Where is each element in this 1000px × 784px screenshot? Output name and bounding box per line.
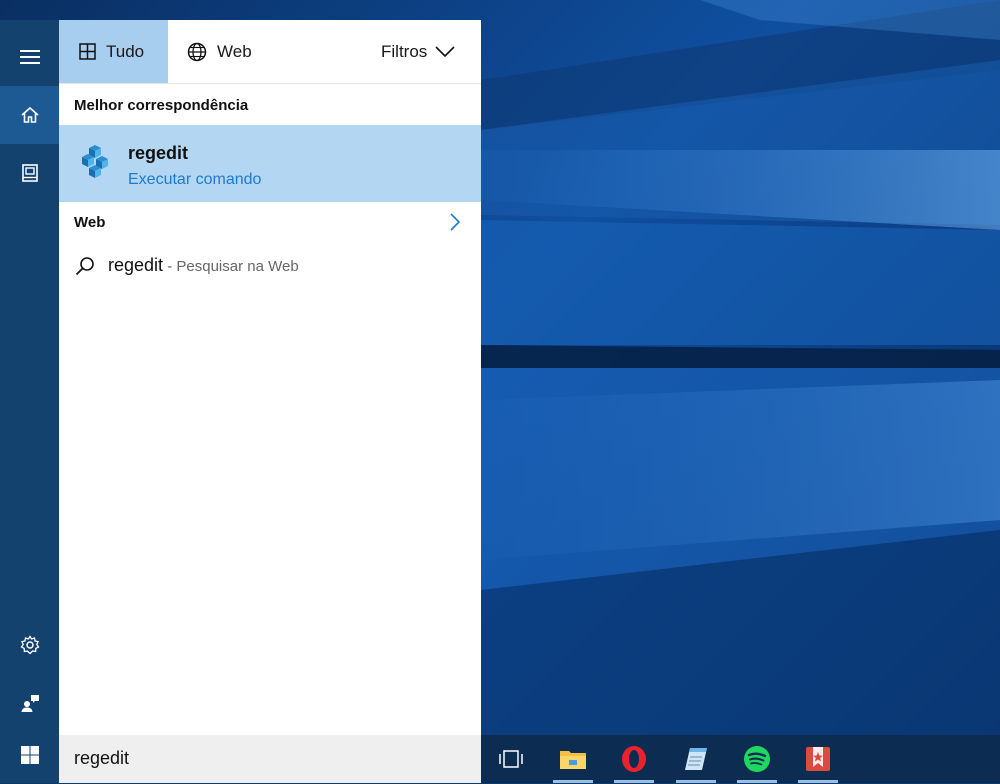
windows-start-icon — [20, 746, 39, 764]
windows-start-button[interactable] — [0, 726, 59, 784]
wunderlist-icon — [806, 747, 830, 771]
feedback-icon — [21, 695, 39, 712]
opera-icon — [622, 746, 646, 772]
chevron-down-icon — [435, 45, 455, 57]
tab-web-label: Web — [217, 41, 252, 61]
search-results-panel: Tudo Web Filtros Melhor correspondência — [59, 20, 481, 735]
registry-editor-icon — [82, 145, 108, 178]
web-section-header[interactable]: Web — [59, 202, 481, 242]
search-box[interactable]: regedit — [59, 735, 481, 783]
web-result-query: regedit — [108, 255, 164, 275]
web-search-result[interactable]: regedit - Pesquisar na Web — [59, 250, 481, 282]
best-match-result[interactable]: regedit Executar comando — [59, 125, 481, 202]
home-icon — [20, 106, 39, 123]
grid-icon — [79, 43, 96, 60]
feedback-button[interactable] — [0, 674, 59, 732]
notepad-icon — [685, 748, 707, 770]
tab-web[interactable]: Web — [168, 20, 278, 83]
web-result-hint: - Pesquisar na Web — [163, 258, 299, 275]
hamburger-menu-icon — [19, 50, 40, 64]
filters-dropdown[interactable]: Filtros — [381, 20, 481, 83]
hamburger-menu-button[interactable] — [0, 28, 59, 86]
tab-all-label: Tudo — [106, 41, 145, 61]
task-view-icon — [499, 750, 523, 768]
home-button[interactable] — [0, 86, 59, 144]
filters-label: Filtros — [381, 41, 428, 61]
best-match-heading: Melhor correspondência — [74, 97, 249, 114]
web-result-text: regedit - Pesquisar na Web — [108, 255, 299, 276]
file-explorer-button[interactable] — [549, 735, 597, 783]
best-match-title: regedit — [128, 143, 189, 163]
taskbar — [481, 735, 1000, 783]
settings-button[interactable] — [0, 616, 59, 674]
file-explorer-icon — [560, 751, 586, 769]
notepad-button[interactable] — [672, 735, 720, 783]
best-match-subtitle: Executar comando — [128, 171, 262, 188]
search-icon — [75, 257, 94, 276]
notebook-button[interactable] — [0, 144, 59, 202]
search-scope-tabs: Tudo Web Filtros — [59, 20, 481, 84]
settings-icon — [20, 635, 39, 655]
web-section-heading: Web — [74, 214, 106, 231]
wunderlist-button[interactable] — [794, 735, 842, 783]
start-rail — [0, 20, 59, 783]
notebook-icon — [21, 164, 38, 182]
spotify-icon — [744, 746, 770, 772]
opera-button[interactable] — [610, 735, 658, 783]
globe-icon — [187, 42, 207, 61]
chevron-right-icon — [450, 213, 460, 231]
search-input[interactable]: regedit — [74, 748, 129, 769]
spotify-button[interactable] — [733, 735, 781, 783]
task-view-button[interactable] — [487, 735, 535, 783]
tab-all[interactable]: Tudo — [59, 20, 168, 83]
